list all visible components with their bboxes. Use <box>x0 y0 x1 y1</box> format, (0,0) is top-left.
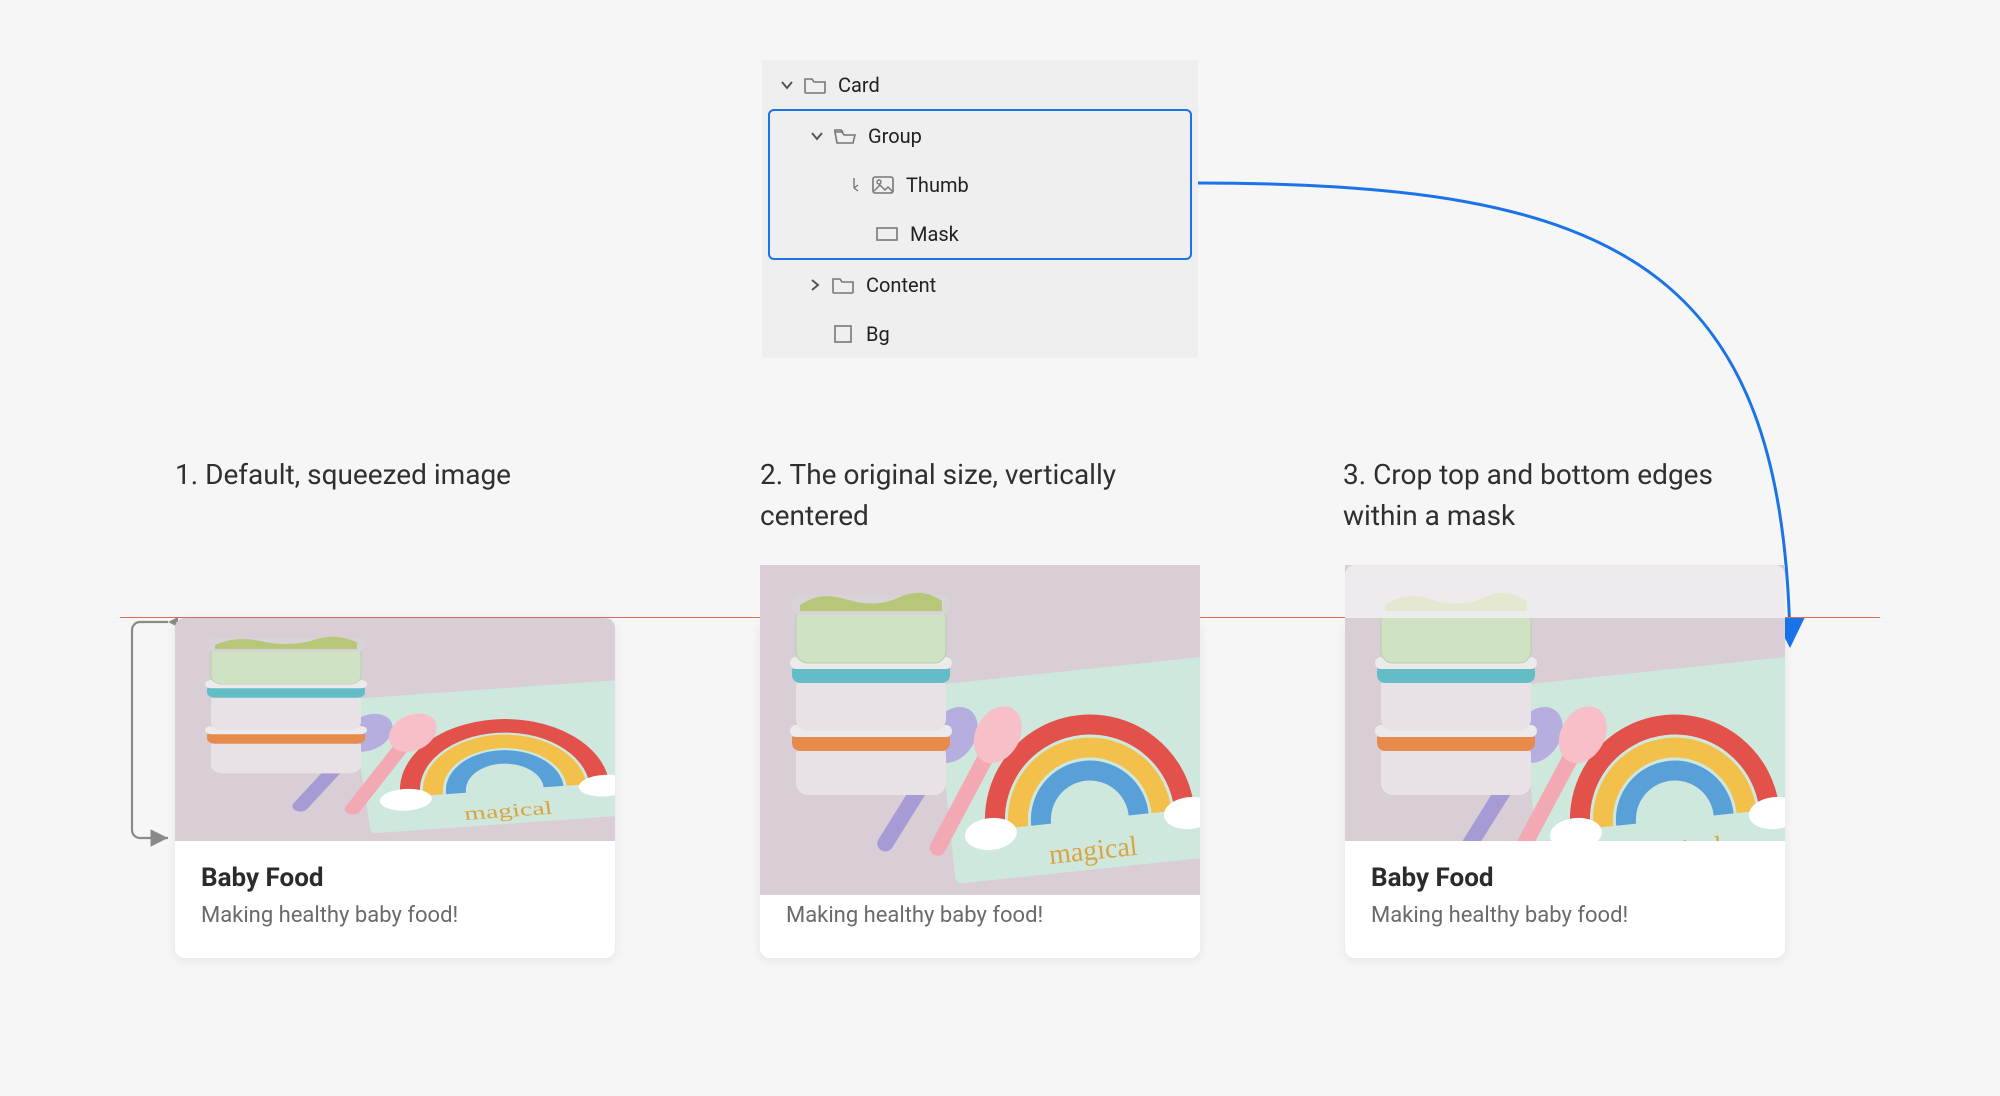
card-body: Baby Food Making healthy baby food! <box>1345 841 1785 958</box>
example-card-3: Baby Food Making healthy baby food! <box>1345 618 1785 958</box>
example-3-heading: 3. Crop top and bottom edges within a ma… <box>1343 455 1763 536</box>
chevron-down-icon[interactable] <box>806 125 828 147</box>
card-thumb <box>175 618 615 841</box>
layer-label: Content <box>860 273 936 297</box>
folder-open-icon <box>832 125 858 147</box>
squeeze-indicator-icon <box>118 608 178 852</box>
example-1-heading: 1. Default, squeezed image <box>175 455 595 496</box>
mask-overlay-top <box>1345 565 1785 618</box>
image-icon <box>870 174 896 196</box>
folder-icon <box>830 274 856 296</box>
layer-row-content[interactable]: Content <box>762 260 1198 309</box>
layer-label: Mask <box>904 222 959 246</box>
example-card-2: Baby Food Making healthy baby food! <box>760 618 1200 958</box>
layer-label: Group <box>862 124 922 148</box>
square-icon <box>830 323 856 345</box>
cards-row: Baby Food Making healthy baby food! Baby… <box>175 618 1785 958</box>
card-thumb <box>1345 618 1785 841</box>
example-2-heading: 2. The original size, vertically centere… <box>760 455 1180 536</box>
card-subtitle: Making healthy baby food! <box>201 903 589 928</box>
layer-row-mask[interactable]: Mask <box>770 209 1190 258</box>
chevron-down-icon[interactable] <box>776 74 798 96</box>
rectangle-icon <box>874 223 900 245</box>
layer-label: Card <box>832 73 880 97</box>
card-title: Baby Food <box>201 863 589 893</box>
card-title: Baby Food <box>1371 863 1759 893</box>
card-body: Baby Food Making healthy baby food! <box>175 841 615 958</box>
card-thumb <box>760 618 1200 841</box>
layer-row-card[interactable]: Card <box>762 60 1198 109</box>
example-card-1: Baby Food Making healthy baby food! <box>175 618 615 958</box>
anchor-arrow-icon <box>848 174 866 196</box>
chevron-right-icon[interactable] <box>804 274 826 296</box>
layer-row-thumb[interactable]: Thumb <box>770 160 1190 209</box>
layer-selected-group: Group Thumb Mask <box>768 109 1192 260</box>
layer-label: Thumb <box>900 173 969 197</box>
layer-row-group[interactable]: Group <box>770 111 1190 160</box>
layers-panel: Card Group Thumb Mask <box>762 60 1198 358</box>
folder-icon <box>802 74 828 96</box>
layer-label: Bg <box>860 322 890 346</box>
card-subtitle: Making healthy baby food! <box>786 903 1174 928</box>
card-subtitle: Making healthy baby food! <box>1371 903 1759 928</box>
layer-row-bg[interactable]: Bg <box>762 309 1198 358</box>
